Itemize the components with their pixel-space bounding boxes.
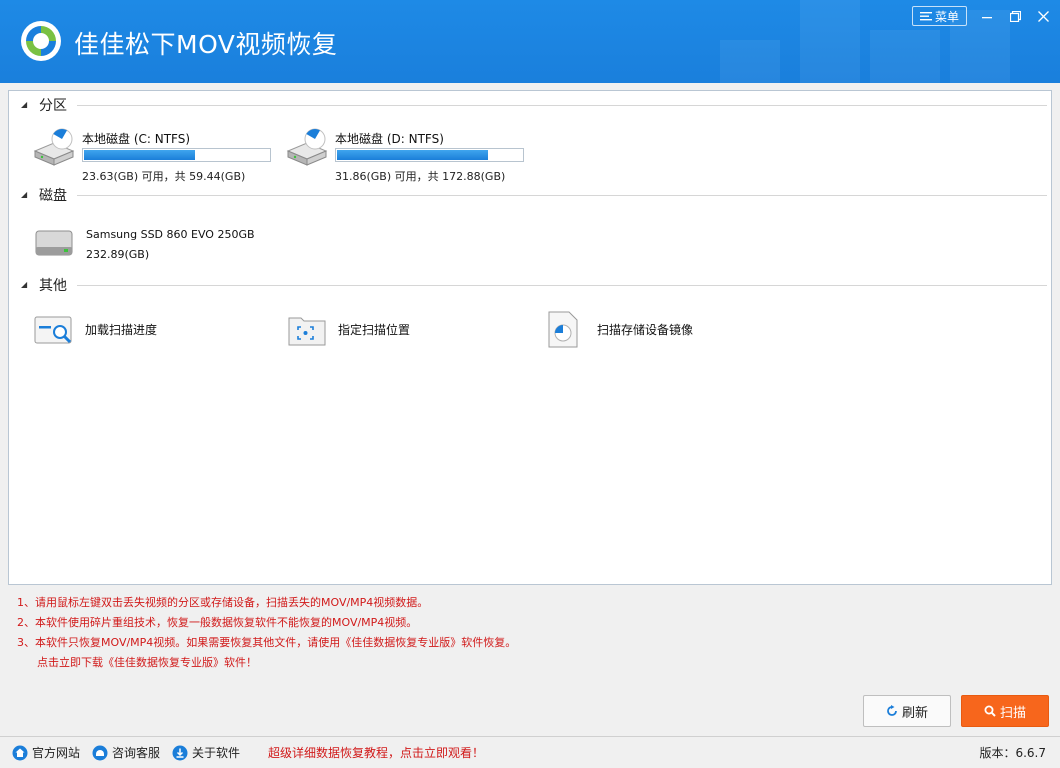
divider — [77, 104, 1047, 106]
section-label: 分区 — [39, 98, 67, 114]
drive-icon — [33, 128, 75, 166]
divider — [77, 284, 1047, 286]
other-section-header[interactable]: ◢ 其他 — [21, 275, 1047, 295]
app-logo-icon — [21, 21, 61, 61]
support-link[interactable]: 咨询客服 — [92, 744, 160, 761]
usage-fill — [337, 150, 488, 160]
disk-section-header[interactable]: ◢ 磁盘 — [21, 185, 1047, 205]
scan-location-item[interactable]: 指定扫描位置 — [286, 309, 410, 349]
load-scan-progress-icon — [34, 316, 72, 344]
usage-fill — [84, 150, 195, 160]
version-label: 版本：6.6.7 — [979, 746, 1046, 760]
item-label: 指定扫描位置 — [338, 322, 411, 337]
app-title: 佳佳松下MOV视频恢复 — [74, 30, 338, 59]
hard-disk-icon — [35, 230, 73, 256]
usage-bar — [335, 148, 524, 162]
home-icon — [12, 745, 28, 760]
website-link[interactable]: 官方网站 — [12, 744, 80, 761]
about-link[interactable]: 关于软件 — [172, 744, 240, 761]
minimize-button[interactable] — [976, 6, 998, 26]
support-label: 咨询客服 — [112, 746, 161, 760]
website-label: 官方网站 — [32, 746, 81, 760]
download-link[interactable]: 点击立即下载《佳佳数据恢复专业版》软件！ — [17, 653, 516, 673]
close-button[interactable] — [1032, 6, 1054, 26]
scan-location-icon — [288, 317, 326, 346]
status-bar: 官方网站 咨询客服 关于软件 超级详细数据恢复教程，点击立即观看！ 版本：6.6… — [0, 736, 1060, 768]
disk-size: 232.89(GB) — [86, 248, 150, 261]
divider — [77, 194, 1047, 196]
partition-name: 本地磁盘 (D: NTFS) — [335, 132, 444, 146]
menu-icon — [919, 12, 932, 21]
collapse-triangle-icon[interactable]: ◢ — [21, 280, 31, 290]
about-label: 关于软件 — [192, 746, 241, 760]
scan-label: 扫描 — [999, 705, 1026, 721]
header-decoration — [720, 40, 780, 83]
minimize-icon — [982, 17, 992, 19]
collapse-triangle-icon[interactable]: ◢ — [21, 100, 31, 110]
collapse-triangle-icon[interactable]: ◢ — [21, 190, 31, 200]
item-label: 扫描存储设备镜像 — [597, 322, 694, 337]
disk-name: Samsung SSD 860 EVO 250GB — [86, 228, 255, 241]
section-label: 其他 — [39, 278, 67, 294]
disk-image-icon — [548, 311, 578, 348]
menu-button[interactable]: 菜单 — [912, 6, 967, 26]
search-icon — [984, 705, 996, 717]
title-bar: 佳佳松下MOV视频恢复 菜单 — [0, 0, 1060, 83]
scan-button[interactable]: 扫描 — [961, 695, 1049, 727]
header-decoration — [870, 30, 940, 83]
support-icon — [92, 745, 108, 760]
note-line: 2、本软件使用碎片重组技术，恢复一般数据恢复软件不能恢复的MOV/MP4视频。 — [17, 616, 418, 629]
restore-icon — [1009, 10, 1021, 22]
tutorial-promo-link[interactable]: 超级详细数据恢复教程，点击立即观看！ — [268, 744, 484, 761]
section-label: 磁盘 — [39, 188, 67, 204]
close-icon — [1037, 10, 1049, 22]
refresh-button[interactable]: 刷新 — [863, 695, 951, 727]
restore-button[interactable] — [1004, 6, 1026, 26]
refresh-icon — [887, 705, 897, 716]
drive-icon — [286, 128, 328, 166]
menu-label: 菜单 — [934, 9, 959, 24]
disk-samsung[interactable]: Samsung SSD 860 EVO 250GB 232.89(GB) — [31, 221, 271, 261]
partition-name: 本地磁盘 (C: NTFS) — [82, 132, 191, 146]
refresh-label: 刷新 — [901, 705, 928, 721]
partition-info: 31.86(GB) 可用，共 172.88(GB) — [335, 170, 506, 183]
partition-d[interactable]: 本地磁盘 (D: NTFS) 31.86(GB) 可用，共 172.88(GB) — [284, 125, 534, 183]
partition-section-header[interactable]: ◢ 分区 — [21, 95, 1047, 115]
disk-image-item[interactable]: 扫描存储设备镜像 — [545, 309, 693, 349]
partition-c[interactable]: 本地磁盘 (C: NTFS) 23.63(GB) 可用，共 59.44(GB) — [31, 125, 281, 183]
note-line: 1、请用鼠标左键双击丢失视频的分区或存储设备，扫描丢失的MOV/MP4视频数据。 — [17, 596, 429, 609]
item-label: 加载扫描进度 — [85, 322, 158, 337]
load-scan-progress-item[interactable]: 加载扫描进度 — [33, 309, 157, 349]
usage-bar — [82, 148, 271, 162]
header-decoration — [800, 0, 860, 83]
partition-info: 23.63(GB) 可用，共 59.44(GB) — [82, 170, 246, 183]
note-line: 3、本软件只恢复MOV/MP4视频。如果需要恢复其他文件，请使用《佳佳数据恢复专… — [17, 636, 517, 649]
about-icon — [172, 745, 188, 760]
instructions: 1、请用鼠标左键双击丢失视频的分区或存储设备，扫描丢失的MOV/MP4视频数据。… — [17, 593, 516, 673]
device-panel: ◢ 分区 本地磁盘 (C: NTFS) 23.63(GB) 可用，共 59.44… — [8, 90, 1052, 585]
